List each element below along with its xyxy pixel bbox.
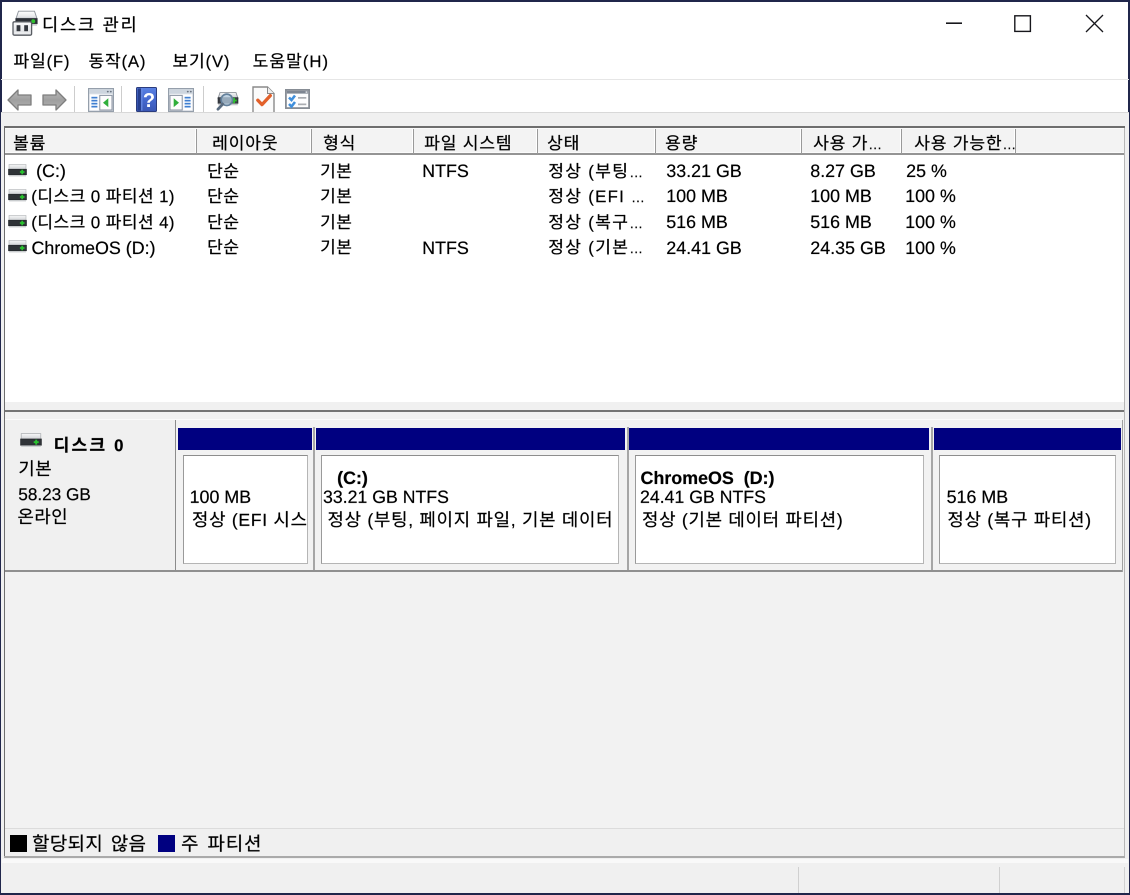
svg-text:?: ? <box>143 90 155 112</box>
